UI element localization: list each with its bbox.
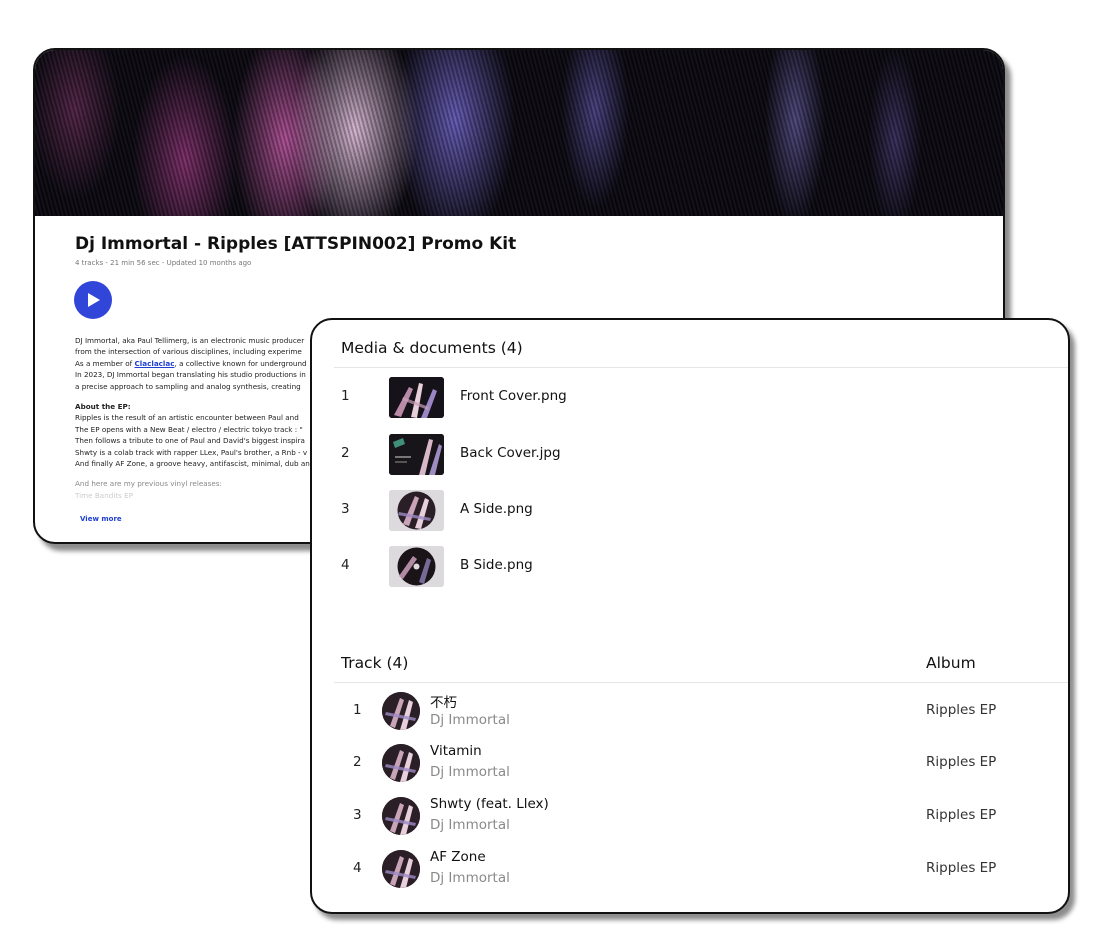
table-row[interactable]: 1 不朽 Dj Immortal Ripples EP bbox=[312, 686, 1068, 734]
banner-image bbox=[35, 50, 1003, 216]
table-row[interactable]: 4 AF Zone Dj Immortal Ripples EP bbox=[312, 844, 1068, 892]
table-row[interactable]: 3 Shwty (feat. Llex) Dj Immortal Ripples… bbox=[312, 791, 1068, 839]
track-title: Vitamin bbox=[430, 743, 482, 759]
track-album: Ripples EP bbox=[926, 754, 997, 770]
track-artist: Dj Immortal bbox=[430, 712, 510, 728]
collective-link[interactable]: Claclaclac bbox=[135, 359, 175, 368]
media-filename: A Side.png bbox=[460, 501, 533, 517]
a-side-thumbnail bbox=[389, 490, 444, 531]
track-album: Ripples EP bbox=[926, 807, 997, 823]
media-index: 4 bbox=[341, 557, 350, 573]
track-artwork bbox=[382, 797, 420, 835]
track-index: 4 bbox=[353, 860, 362, 876]
back-cover-thumbnail bbox=[389, 434, 444, 475]
track-index: 3 bbox=[353, 807, 362, 823]
track-title: AF Zone bbox=[430, 849, 486, 865]
track-index: 1 bbox=[353, 702, 362, 718]
track-heading: Track (4) bbox=[341, 654, 409, 672]
media-filename: Back Cover.jpg bbox=[460, 445, 561, 461]
track-title: 不朽 bbox=[430, 695, 457, 711]
play-icon bbox=[88, 293, 100, 307]
playlist-meta: 4 tracks - 21 min 56 sec - Updated 10 mo… bbox=[75, 259, 252, 267]
view-more-link[interactable]: View more bbox=[80, 515, 122, 523]
media-tracks-card: Media & documents (4) 1 Front Cover.png … bbox=[310, 318, 1070, 914]
page-title: Dj Immortal - Ripples [ATTSPIN002] Promo… bbox=[75, 234, 517, 254]
media-item[interactable]: 2 Back Cover.jpg bbox=[312, 431, 1068, 477]
divider bbox=[334, 367, 1068, 368]
track-artwork bbox=[382, 850, 420, 888]
track-album: Ripples EP bbox=[926, 860, 997, 876]
bio-text: , a collective known for underground bbox=[174, 358, 307, 368]
track-index: 2 bbox=[353, 754, 362, 770]
album-column-header: Album bbox=[926, 654, 976, 672]
media-item[interactable]: 3 A Side.png bbox=[312, 487, 1068, 533]
media-index: 2 bbox=[341, 445, 350, 461]
track-artist: Dj Immortal bbox=[430, 764, 510, 780]
table-row[interactable]: 2 Vitamin Dj Immortal Ripples EP bbox=[312, 738, 1068, 786]
b-side-thumbnail bbox=[389, 546, 444, 587]
front-cover-thumbnail bbox=[389, 377, 444, 418]
track-album: Ripples EP bbox=[926, 702, 997, 718]
media-filename: B Side.png bbox=[460, 557, 533, 573]
media-index: 3 bbox=[341, 501, 350, 517]
track-artist: Dj Immortal bbox=[430, 870, 510, 886]
bio-text: As a member of bbox=[75, 358, 135, 368]
track-artwork bbox=[382, 744, 420, 782]
divider bbox=[334, 682, 1068, 683]
media-item[interactable]: 1 Front Cover.png bbox=[312, 374, 1068, 420]
media-heading: Media & documents (4) bbox=[341, 339, 523, 357]
media-filename: Front Cover.png bbox=[460, 388, 567, 404]
media-item[interactable]: 4 B Side.png bbox=[312, 543, 1068, 589]
track-title: Shwty (feat. Llex) bbox=[430, 796, 549, 812]
play-button[interactable] bbox=[74, 281, 112, 319]
track-artwork bbox=[382, 692, 420, 730]
track-artist: Dj Immortal bbox=[430, 817, 510, 833]
media-index: 1 bbox=[341, 388, 350, 404]
